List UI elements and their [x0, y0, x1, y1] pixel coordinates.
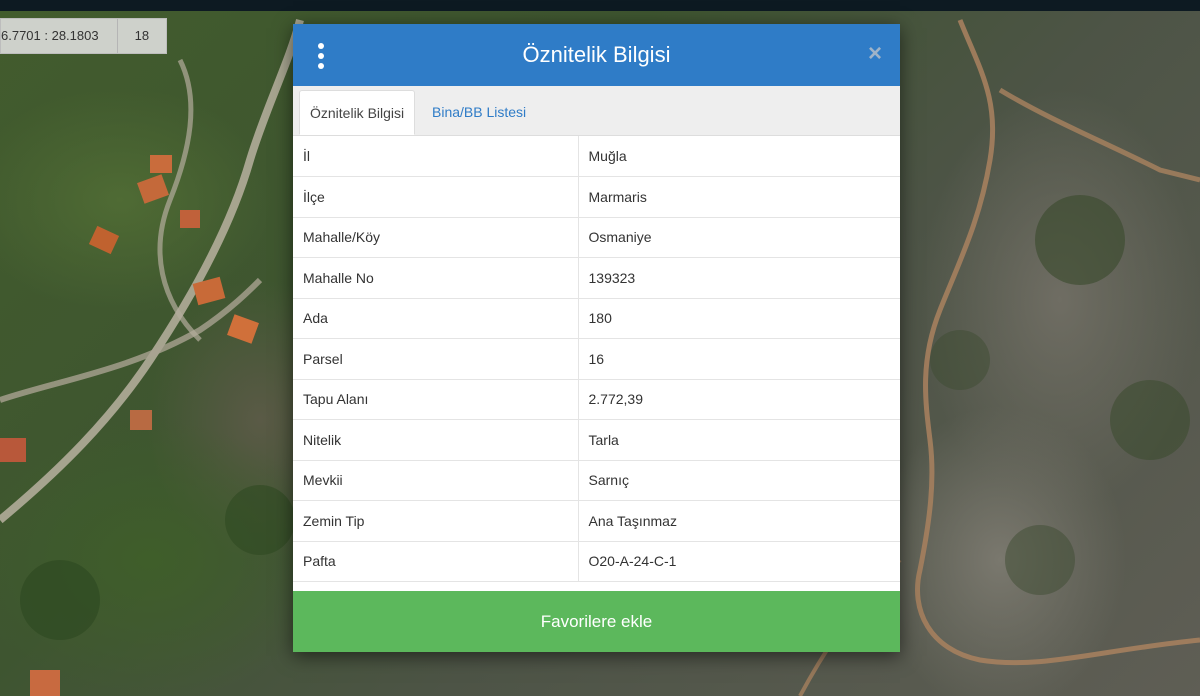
table-row: Pafta O20-A-24-C-1 [293, 541, 900, 582]
more-vertical-icon[interactable] [315, 43, 327, 69]
row-key: Mahalle/Köy [293, 217, 579, 258]
modal-title: Öznitelik Bilgisi [522, 42, 671, 67]
row-key: Zemin Tip [293, 500, 579, 542]
top-bar [0, 0, 1200, 11]
table-row: Nitelik Tarla [293, 419, 900, 461]
row-value: Ana Taşınmaz [578, 500, 900, 542]
map-info-box: 6.7701 : 28.1803 18 [0, 18, 168, 54]
tab-building-list[interactable]: Bina/BB Listesi [422, 90, 536, 135]
table-row: Parsel 16 [293, 338, 900, 380]
close-icon[interactable]: × [864, 41, 886, 67]
table-row: İlçe Marmaris [293, 176, 900, 218]
row-value: 139323 [578, 257, 900, 299]
row-key: Nitelik [293, 419, 579, 461]
table-row: Mahalle/Köy Osmaniye [293, 217, 900, 258]
table-row: Ada 180 [293, 298, 900, 339]
row-value: 2.772,39 [578, 379, 900, 420]
table-row: Tapu Alanı 2.772,39 [293, 379, 900, 420]
row-key: Tapu Alanı [293, 379, 579, 420]
row-key: Mevkii [293, 460, 579, 501]
row-value: Muğla [578, 136, 900, 177]
row-key: İlçe [293, 176, 579, 218]
table-row: İl Muğla [293, 136, 900, 177]
row-key: Parsel [293, 338, 579, 380]
table-row: Mevkii Sarnıç [293, 460, 900, 501]
zoom-level-readout: 18 [134, 28, 150, 43]
row-key: Mahalle No [293, 257, 579, 299]
add-to-favorites-button[interactable]: Favorilere ekle [293, 591, 900, 652]
tab-bar: Öznitelik Bilgisi Bina/BB Listesi [293, 86, 900, 136]
table-row: Zemin Tip Ana Taşınmaz [293, 500, 900, 542]
tab-attribute-info[interactable]: Öznitelik Bilgisi [299, 90, 416, 135]
attribute-info-modal: Öznitelik Bilgisi × Öznitelik Bilgisi Bi… [293, 24, 900, 652]
row-value: 180 [578, 298, 900, 339]
row-value: Marmaris [578, 176, 900, 218]
row-value: 16 [578, 338, 900, 380]
attribute-table: İl Muğla İlçe Marmaris Mahalle/Köy Osmaniye… [293, 136, 900, 582]
coordinate-readout: 6.7701 : 28.1803 [1, 19, 118, 53]
modal-header: Öznitelik Bilgisi × [293, 24, 900, 86]
row-key: Pafta [293, 541, 579, 582]
row-value: Tarla [578, 419, 900, 461]
row-key: İl [293, 136, 579, 177]
table-row: Mahalle No 139323 [293, 257, 900, 299]
row-value: Osmaniye [578, 217, 900, 258]
row-value: O20-A-24-C-1 [578, 541, 900, 582]
row-key: Ada [293, 298, 579, 339]
row-value: Sarnıç [578, 460, 900, 501]
